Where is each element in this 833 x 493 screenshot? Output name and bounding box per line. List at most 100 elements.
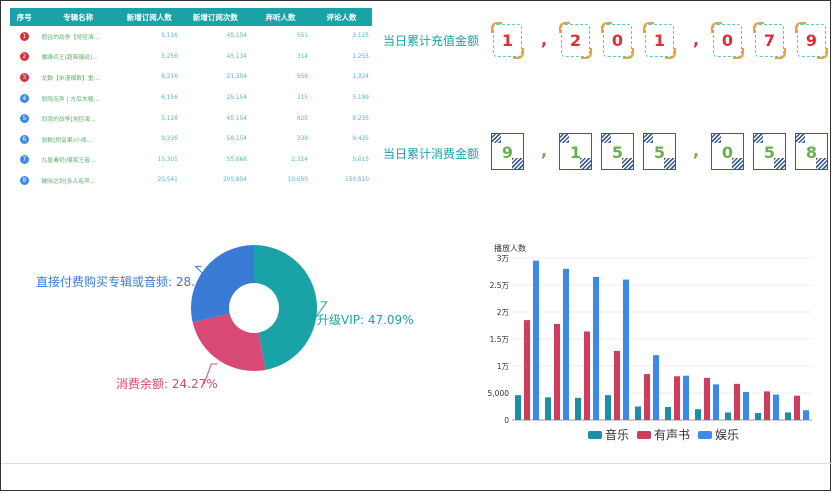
y-tick-label: 3万 [497, 254, 510, 263]
quit-cell: 2,314 [291, 156, 308, 163]
bar-有声书-8[interactable] [734, 383, 740, 420]
digit-corner-hatch [795, 133, 805, 143]
digit-corner-hatch [580, 158, 592, 170]
digit-frame [755, 24, 784, 57]
header-new-sub-times[interactable]: 新增订阅次数 [180, 8, 250, 26]
quit-cell: 551 [296, 33, 308, 40]
digit-corner-hatch [816, 158, 828, 170]
header-comment-users[interactable]: 评论人数 [310, 8, 372, 26]
bar-娱乐-10[interactable] [803, 410, 809, 420]
digit-frame [645, 24, 674, 57]
sub-users-cell: 5,116 [161, 115, 178, 122]
rank-cell: 2 [10, 47, 38, 68]
album-name-cell: 暴躁兵王(超爽爆说)... [41, 55, 98, 62]
table-row[interactable]: 7 九星毒奶(爆笑王者... 10,305 55,068 2,314 5,015 [10, 150, 372, 171]
bar-娱乐-2[interactable] [563, 268, 569, 420]
legend-swatch[interactable] [637, 431, 651, 439]
header-album-name[interactable]: 专辑名称 [38, 8, 118, 26]
header-quit-users[interactable]: 弃听人数 [249, 8, 311, 26]
header-rank[interactable]: 序号 [10, 8, 39, 26]
table-header-row: 序号 专辑名称 新增订阅人数 新增订阅次数 弃听人数 评论人数 [10, 8, 372, 26]
digit-corner-hatch [643, 133, 653, 143]
pie-slice-label: 直接付费购买专辑或音频: 28.... [36, 274, 206, 289]
digit-separator: , [541, 30, 548, 49]
y-tick-label: 0 [504, 416, 509, 425]
bar-音乐-6[interactable] [665, 407, 671, 420]
rank-badge: 1 [19, 31, 29, 41]
digit-corner-hatch [774, 158, 786, 170]
counter-digit: 1 [643, 22, 676, 59]
bar-有声书-2[interactable] [554, 323, 560, 420]
sub-times-cell: 55,068 [226, 156, 247, 163]
table-row[interactable]: 5 同类的战争[党控演... 5,116 45,154 925 8,235 [10, 108, 372, 129]
bar-有声书-6[interactable] [674, 376, 680, 420]
bar-有声书-4[interactable] [614, 350, 620, 420]
header-new-sub-users[interactable]: 新增订阅人数 [117, 8, 181, 26]
comments-cell: 150,510 [345, 177, 369, 184]
bar-音乐-5[interactable] [635, 406, 641, 421]
table-row[interactable]: 1 假吕的战争【党控演... 5,116 45,154 551 3,125 [10, 26, 372, 47]
sub-users-cell: 5,256 [161, 53, 178, 60]
bar-有声书-5[interactable] [644, 374, 650, 420]
bar-娱乐-4[interactable] [623, 279, 629, 420]
sub-times-cell: 205,854 [222, 177, 247, 184]
digit-separator: , [693, 141, 700, 160]
table-row[interactable]: 3 龙数【米漫爆数】重... 6,216 21,354 556 1,324 [10, 67, 372, 88]
quit-cell: 925 [296, 115, 308, 122]
table-row[interactable]: 8 破晓之剑|多人有声... 20,541 205,854 10,050 150,510 [10, 170, 372, 191]
bar-音乐-10[interactable] [785, 412, 791, 420]
y-tick-label: 2.5万 [490, 281, 510, 290]
bar-娱乐-5[interactable] [653, 355, 659, 420]
bar-有声书-1[interactable] [524, 320, 530, 420]
bar-有声书-9[interactable] [764, 391, 770, 420]
digit-corner-hatch [622, 158, 634, 170]
counter-digit: 0 [711, 133, 744, 170]
pie-slice[interactable] [192, 313, 266, 371]
bottom-divider [1, 463, 832, 464]
legend-label[interactable]: 娱乐 [715, 428, 739, 442]
bar-娱乐-8[interactable] [743, 391, 749, 420]
table-row[interactable]: 4 骄阳无声 | 方后大噬... 6,156 25,154 315 5,199 [10, 88, 372, 109]
rank-badge: 2 [19, 52, 29, 62]
bar-有声书-10[interactable] [794, 395, 800, 420]
bar-娱乐-9[interactable] [773, 394, 779, 420]
comments-cell: 3,125 [352, 33, 369, 40]
table-row[interactable]: 2 暴躁兵王(超爽爆说)... 5,256 45,134 314 1,255 [10, 47, 372, 68]
rank-cell: 1 [10, 26, 38, 47]
pie-slice[interactable] [254, 245, 317, 370]
y-tick-label: 2万 [497, 308, 510, 317]
legend-label[interactable]: 有声书 [654, 428, 690, 442]
legend-label[interactable]: 音乐 [605, 427, 629, 442]
bar-娱乐-7[interactable] [713, 384, 719, 420]
bar-娱乐-6[interactable] [683, 375, 689, 420]
counter-digit: 1 [491, 22, 524, 59]
bar-音乐-7[interactable] [695, 409, 701, 420]
legend-swatch[interactable] [698, 431, 712, 439]
bar-有声书-7[interactable] [704, 377, 710, 420]
table-row[interactable]: 6 骄数(附音果)小嗦... 9,236 58,154 338 9,425 [10, 129, 372, 150]
rank-badge: 3 [19, 72, 29, 82]
bar-娱乐-1[interactable] [533, 260, 539, 420]
counter-digit: 1 [559, 133, 592, 170]
comments-cell: 5,199 [352, 95, 369, 102]
counter-digit: 5 [643, 133, 676, 170]
album-name-cell: 骄阳无声 | 方后大噬... [41, 96, 100, 103]
digit-frame [797, 24, 826, 57]
digit-separator: , [541, 141, 548, 160]
bar-有声书-3[interactable] [584, 331, 590, 420]
counter-digit: 7 [753, 22, 786, 59]
bar-音乐-1[interactable] [515, 395, 521, 420]
bar-音乐-3[interactable] [575, 397, 581, 420]
comments-cell: 1,255 [352, 53, 369, 60]
digit-frame [561, 24, 590, 57]
legend-swatch[interactable] [588, 431, 602, 439]
quit-cell: 315 [296, 95, 308, 102]
counter-digit: 0 [601, 22, 634, 59]
album-name-cell: 骄数(附音果)小嗦... [41, 137, 93, 144]
sub-times-cell: 45,154 [226, 33, 247, 40]
bar-音乐-2[interactable] [545, 397, 551, 420]
bar-音乐-9[interactable] [755, 412, 761, 420]
bar-音乐-4[interactable] [605, 395, 611, 420]
bar-娱乐-3[interactable] [593, 276, 599, 420]
bar-音乐-8[interactable] [725, 412, 731, 420]
